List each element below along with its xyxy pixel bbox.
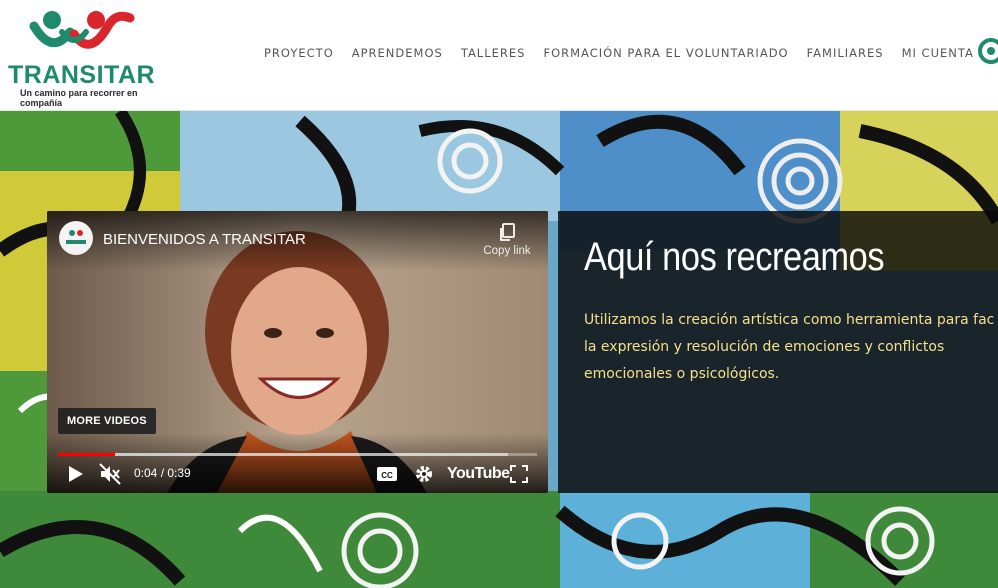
video-controls-bar (47, 433, 548, 493)
copy-icon (500, 223, 515, 241)
channel-avatar[interactable] (59, 221, 93, 255)
captions-icon-label: CC (381, 471, 393, 480)
panel-description: Utilizamos la creación artística como he… (584, 307, 998, 388)
nav-item-proyecto[interactable]: PROYECTO (264, 46, 334, 60)
copy-link-label: Copy link (483, 245, 531, 257)
progress-played (58, 453, 116, 456)
logo-figures-icon (29, 11, 135, 49)
fullscreen-icon[interactable] (509, 463, 529, 485)
panel-line-3: emocionales o psicológicos. (584, 366, 780, 382)
mute-icon[interactable] (99, 463, 121, 485)
info-panel: Aquí nos recreamos Utilizamos la creació… (558, 211, 998, 493)
nav-item-mi-cuenta[interactable]: MI CUENTA (902, 46, 974, 60)
nav-item-familiares[interactable]: FAMILIARES (807, 46, 884, 60)
settings-gear-icon[interactable] (413, 463, 435, 485)
panel-line-2: la expresión y resolución de emociones y… (584, 339, 945, 355)
panel-heading: Aquí nos recreamos (584, 235, 885, 279)
main-nav: PROYECTO APRENDEMOS TALLERES FORMACIÓN P… (264, 46, 992, 60)
nav-item-talleres[interactable]: TALLERES (461, 46, 526, 60)
nav-item-formacion[interactable]: FORMACIÓN PARA EL VOLUNTARIADO (543, 46, 788, 60)
youtube-logo[interactable]: YouTube (447, 465, 510, 483)
logo-tagline: Un camino para recorrer en compañía (20, 88, 138, 108)
nav-item-aprendemos[interactable]: APRENDEMOS (352, 46, 443, 60)
logo[interactable]: TRANSITAR Un camino para recorrer en com… (4, 6, 164, 108)
play-icon[interactable] (67, 463, 85, 485)
progress-loaded (58, 453, 509, 456)
site-header: TRANSITAR Un camino para recorrer en com… (0, 0, 998, 111)
panel-line-1: Utilizamos la creación artística como he… (584, 312, 995, 328)
logo-wordmark: TRANSITAR (8, 61, 156, 89)
copy-link-button[interactable]: Copy link (477, 223, 537, 257)
captions-icon[interactable]: CC (376, 463, 398, 485)
more-videos-button[interactable]: MORE VIDEOS (58, 408, 156, 434)
channel-logo-icon (66, 230, 86, 244)
account-icon[interactable] (976, 36, 998, 66)
video-title[interactable]: BIENVENIDOS A TRANSITAR (103, 231, 306, 248)
time-display: 0:04 / 0:39 (134, 466, 191, 480)
progress-bar[interactable] (58, 453, 537, 456)
video-player[interactable]: BIENVENIDOS A TRANSITAR Copy link MORE V… (47, 211, 548, 493)
